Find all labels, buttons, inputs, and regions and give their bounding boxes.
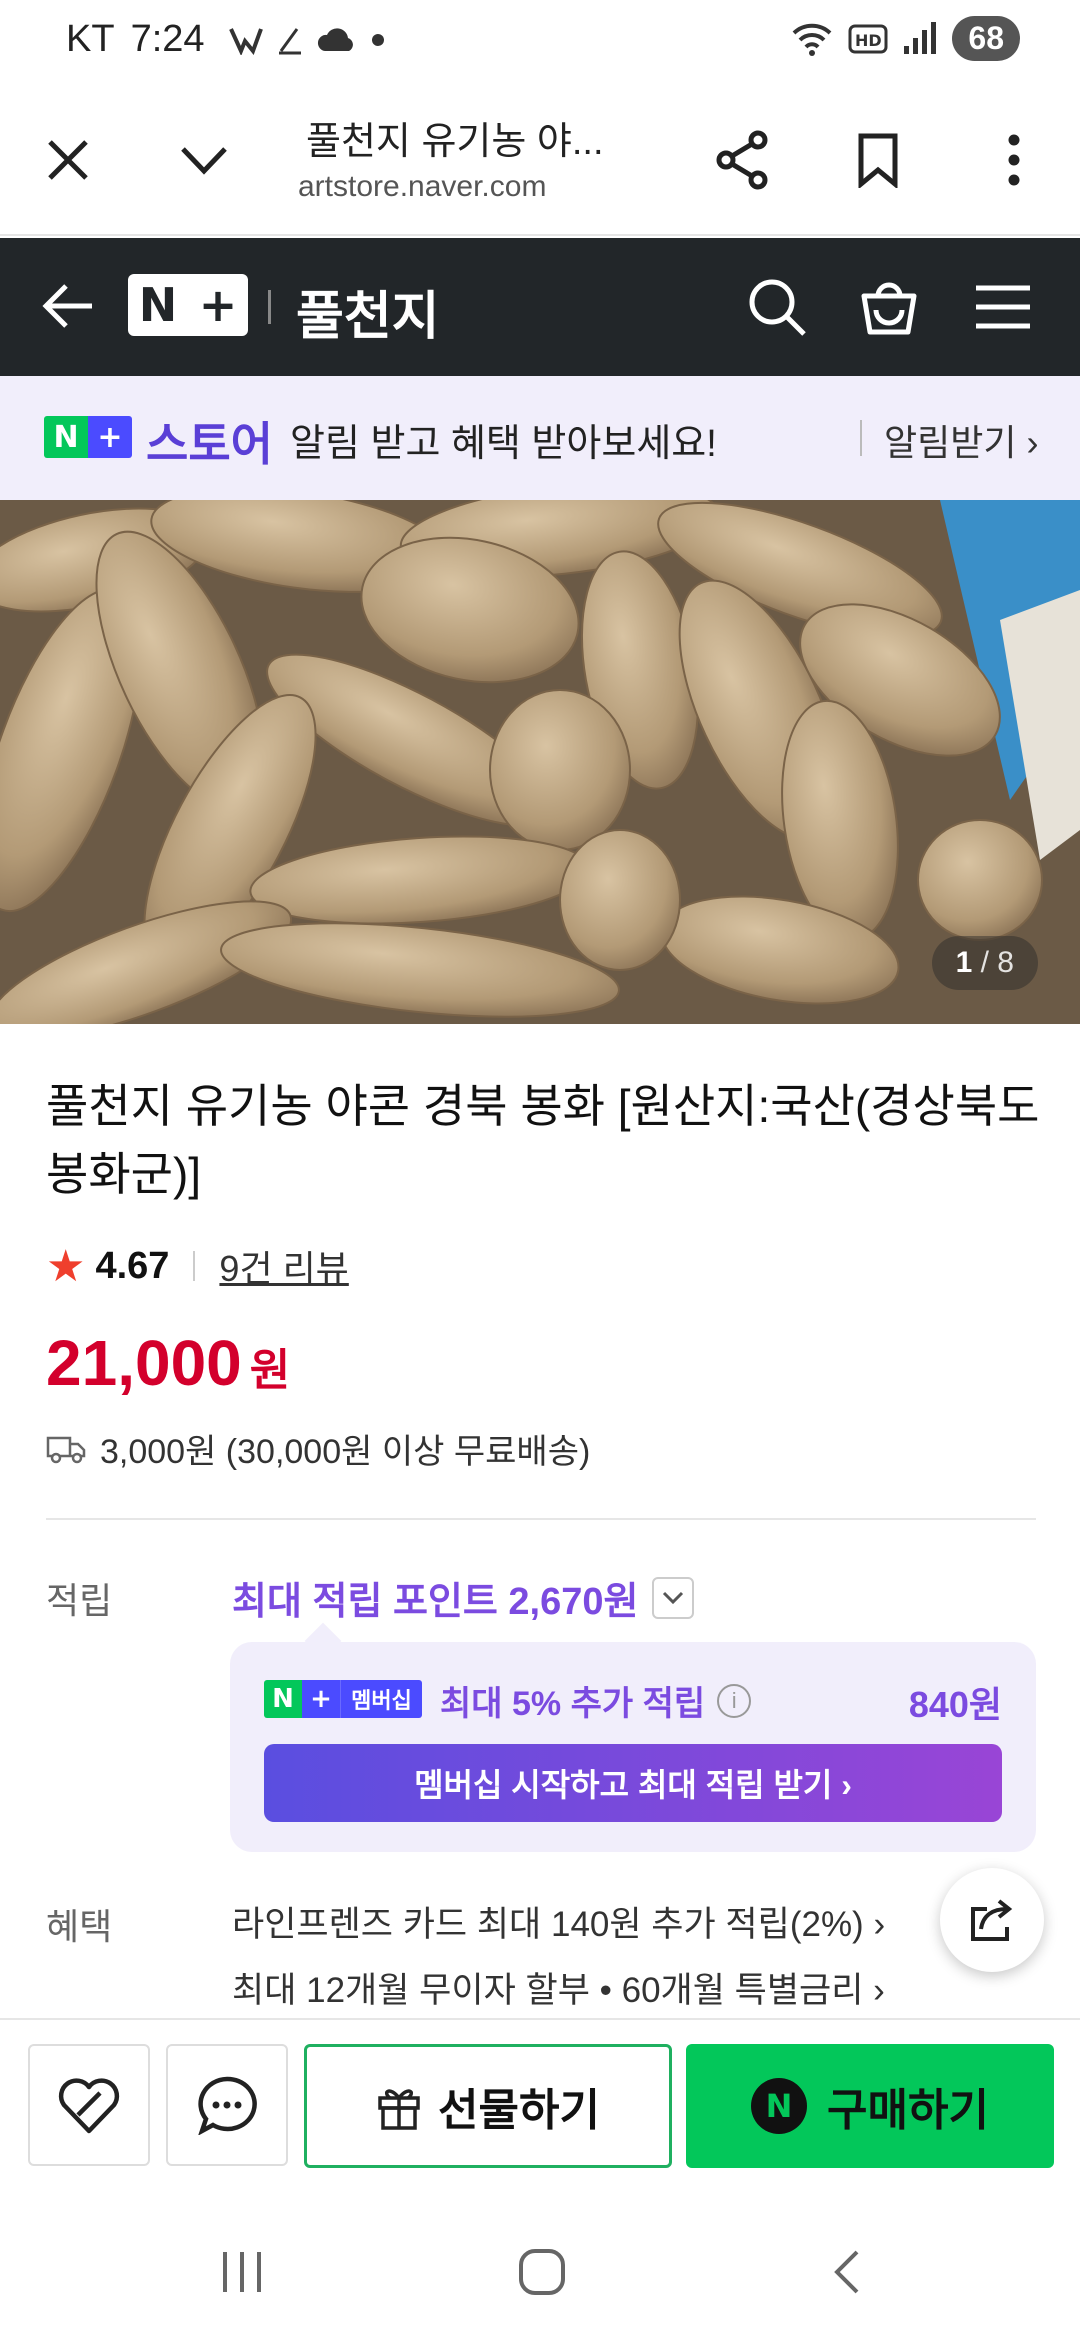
logo-n: N <box>138 278 178 332</box>
notification-icon <box>228 27 263 55</box>
back-arrow-icon <box>42 284 92 328</box>
membership-box: N + 멤버십 최대 5% 추가 적립 i 840원 멤버십 시작하고 최대 적립 … <box>230 1642 1036 1852</box>
browser-bar: 풀천지 유기농 야... artstore.naver.com <box>0 84 1080 236</box>
store-label: 스토어 <box>146 418 273 470</box>
svg-text:HD: HD <box>855 31 882 50</box>
benefits-label: 혜택 <box>46 1906 113 1947</box>
signal-icon <box>904 21 937 54</box>
logo-plus: + <box>198 278 238 332</box>
product-image-carousel[interactable]: 1 / 8 <box>0 500 1080 1024</box>
bookmark-icon <box>858 133 898 188</box>
info-icon[interactable]: i <box>717 1683 752 1718</box>
share-button[interactable] <box>706 124 778 196</box>
reviews-link[interactable]: 9건 리뷰 <box>219 1240 348 1292</box>
price-value: 21,000 <box>46 1327 242 1399</box>
page-title: 풀천지 유기농 야... <box>306 121 604 163</box>
membership-extra-points: 최대 5% 추가 적립 i <box>440 1676 752 1725</box>
wifi-icon <box>793 23 832 56</box>
rating-score: 4.67 <box>95 1244 170 1287</box>
price-row: 21,000 원 <box>46 1326 290 1400</box>
cart-icon <box>861 282 917 335</box>
home-icon <box>519 2249 565 2295</box>
chevron-down-icon <box>181 147 227 175</box>
shipping-info: 3,000원 (30,000원 이상 무료배송) <box>46 1424 590 1473</box>
product-title: 풀천지 유기농 야콘 경북 봉화 [원산지:국산(경상북도 봉화군)] <box>46 1080 1040 1200</box>
store-name[interactable]: 풀천지 <box>296 274 440 349</box>
start-membership-button[interactable]: 멤버십 시작하고 최대 적립 받기 › <box>264 1744 1002 1822</box>
chevron-down-icon <box>652 1576 695 1619</box>
cart-button[interactable] <box>856 274 922 340</box>
close-icon <box>48 140 88 180</box>
price-unit: 원 <box>249 1346 291 1395</box>
gift-button[interactable]: 선물하기 <box>304 2044 672 2168</box>
section-divider <box>46 1518 1036 1520</box>
bookmark-button[interactable] <box>842 124 914 196</box>
recent-apps-button[interactable] <box>202 2240 282 2304</box>
store-header: N + 풀천지 <box>0 238 1080 376</box>
back-button[interactable] <box>38 274 102 338</box>
status-bar: KT 7:24 HD 68 <box>0 0 1080 84</box>
wishlist-button[interactable] <box>28 2044 150 2166</box>
rating-row: ★ 4.67 9건 리뷰 <box>46 1240 349 1292</box>
buy-button[interactable]: N 구매하기 <box>686 2044 1054 2168</box>
shipping-text: 3,000원 (30,000원 이상 무료배송) <box>100 1433 591 1471</box>
membership-amount: 840원 <box>908 1684 1002 1725</box>
truck-icon <box>46 1436 86 1463</box>
action-bar: 선물하기 N 구매하기 <box>0 2018 1080 2204</box>
carrier: KT <box>66 18 115 60</box>
clock: 7:24 <box>130 18 205 60</box>
naver-plus-logo[interactable]: N + <box>128 274 248 336</box>
hd-icon: HD <box>848 24 888 53</box>
chat-button[interactable] <box>166 2044 288 2166</box>
more-options-button[interactable] <box>978 124 1050 196</box>
star-icon: ★ <box>46 1241 86 1291</box>
menu-icon <box>976 285 1030 329</box>
gift-label: 선물하기 <box>438 2086 600 2135</box>
max-points-text: 최대 적립 포인트 2,670원 <box>232 1581 639 1623</box>
image-counter: 1 / 8 <box>931 936 1038 990</box>
status-left: KT 7:24 <box>66 18 385 61</box>
pen-icon <box>278 27 301 54</box>
naver-plus-badge: N + <box>44 416 132 458</box>
share-floating-button[interactable] <box>940 1868 1044 1972</box>
dot-icon <box>371 33 384 46</box>
product-photo <box>0 500 1080 1024</box>
chat-icon <box>198 2076 257 2135</box>
cloud-icon <box>317 27 353 51</box>
back-nav-button[interactable] <box>806 2240 886 2304</box>
buy-label: 구매하기 <box>827 2086 989 2135</box>
max-points-toggle[interactable]: 최대 적립 포인트 2,670원 <box>232 1570 695 1625</box>
gift-icon <box>378 2089 420 2130</box>
more-icon <box>1008 134 1020 186</box>
naver-plus-membership-badge: N + 멤버십 <box>264 1680 422 1718</box>
collapse-button[interactable] <box>168 124 240 196</box>
benefit-card-link[interactable]: 라인프렌즈 카드 최대 140원 추가 적립(2%) › <box>232 1896 885 1947</box>
back-icon <box>834 2250 859 2294</box>
heart-icon <box>58 2078 120 2134</box>
share-icon <box>716 130 768 190</box>
search-button[interactable] <box>744 274 810 340</box>
battery-indicator: 68 <box>952 16 1020 61</box>
naver-pay-icon: N <box>751 2078 808 2134</box>
subscribe-notification-link[interactable]: 알림받기 › <box>884 414 1038 466</box>
notice-message: 알림 받고 혜택 받아보세요! <box>290 423 717 465</box>
search-icon <box>749 279 806 336</box>
close-tab-button[interactable] <box>32 124 104 196</box>
home-button[interactable] <box>502 2240 582 2304</box>
notification-banner: N + 스토어 알림 받고 혜택 받아보세요! 알림받기 › <box>0 376 1080 500</box>
menu-button[interactable] <box>970 274 1036 340</box>
benefit-installment-link[interactable]: 최대 12개월 무이자 할부 • 60개월 특별금리 › <box>232 1962 885 2013</box>
recent-apps-icon <box>223 2252 261 2292</box>
share-icon <box>971 1899 1013 1941</box>
points-label: 적립 <box>46 1580 113 1621</box>
page-url[interactable]: artstore.naver.com <box>298 170 546 204</box>
system-nav-bar <box>0 2204 1080 2340</box>
